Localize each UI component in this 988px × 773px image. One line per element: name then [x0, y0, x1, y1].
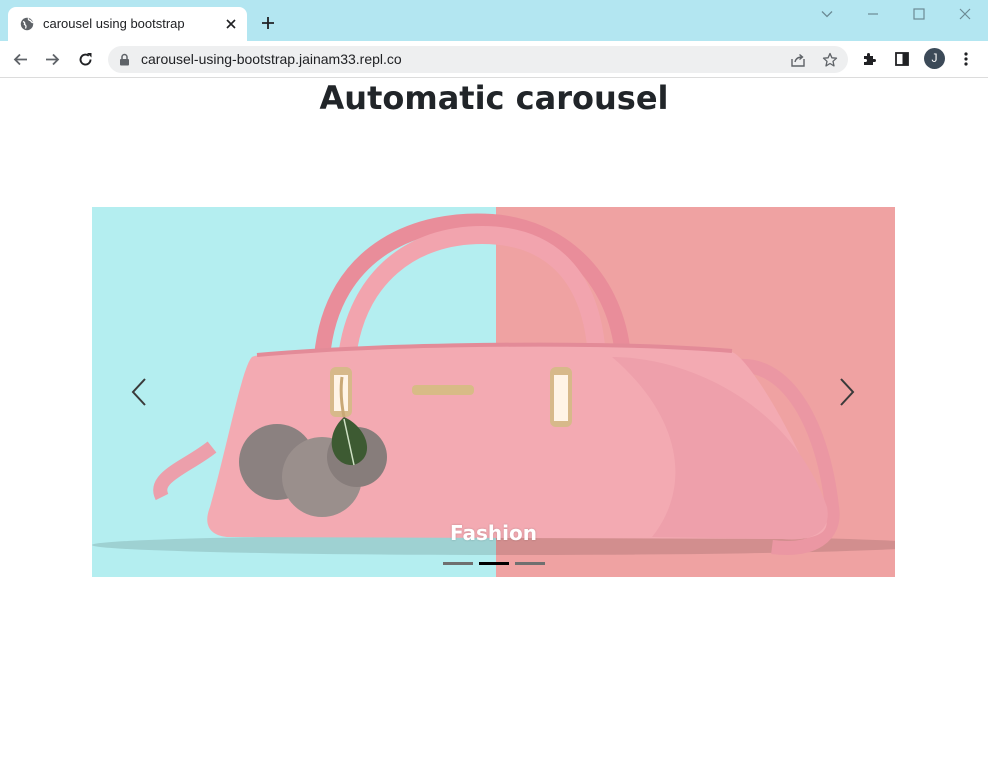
address-bar[interactable]: carousel-using-bootstrap.jainam33.repl.c…	[108, 46, 848, 73]
carousel-indicator-2[interactable]	[479, 562, 509, 565]
browser-tab[interactable]: carousel using bootstrap	[8, 7, 247, 41]
side-panel-icon[interactable]	[894, 51, 910, 67]
new-tab-plus-icon[interactable]	[261, 16, 275, 30]
globe-icon	[20, 17, 34, 31]
carousel-next-chevron-right-icon[interactable]	[837, 377, 857, 407]
extensions-puzzle-icon[interactable]	[862, 51, 878, 67]
minimize-icon[interactable]	[866, 7, 880, 21]
forward-arrow-icon[interactable]	[44, 51, 61, 68]
lock-icon[interactable]	[119, 53, 130, 66]
close-icon[interactable]	[224, 17, 238, 31]
maximize-icon[interactable]	[912, 7, 926, 21]
browser-tabstrip: carousel using bootstrap	[0, 0, 988, 41]
url-text[interactable]: carousel-using-bootstrap.jainam33.repl.c…	[141, 51, 402, 67]
browser-toolbar: carousel-using-bootstrap.jainam33.repl.c…	[0, 41, 988, 78]
window-close-icon[interactable]	[958, 7, 972, 21]
share-icon[interactable]	[790, 52, 806, 68]
tab-title: carousel using bootstrap	[43, 16, 185, 31]
tab-search-chevron-down-icon[interactable]	[820, 7, 834, 21]
profile-avatar[interactable]: J	[924, 48, 945, 69]
carousel-prev-chevron-left-icon[interactable]	[129, 377, 149, 407]
reload-icon[interactable]	[77, 51, 94, 68]
image-carousel[interactable]: Fashion	[92, 207, 895, 577]
bookmark-star-icon[interactable]	[822, 52, 838, 68]
page-title: Automatic carousel	[319, 79, 669, 117]
back-arrow-icon[interactable]	[12, 51, 29, 68]
carousel-indicator-3[interactable]	[515, 562, 545, 565]
slide-caption: Fashion	[450, 521, 537, 545]
carousel-indicator-1[interactable]	[443, 562, 473, 565]
more-menu-icon[interactable]	[958, 51, 974, 67]
